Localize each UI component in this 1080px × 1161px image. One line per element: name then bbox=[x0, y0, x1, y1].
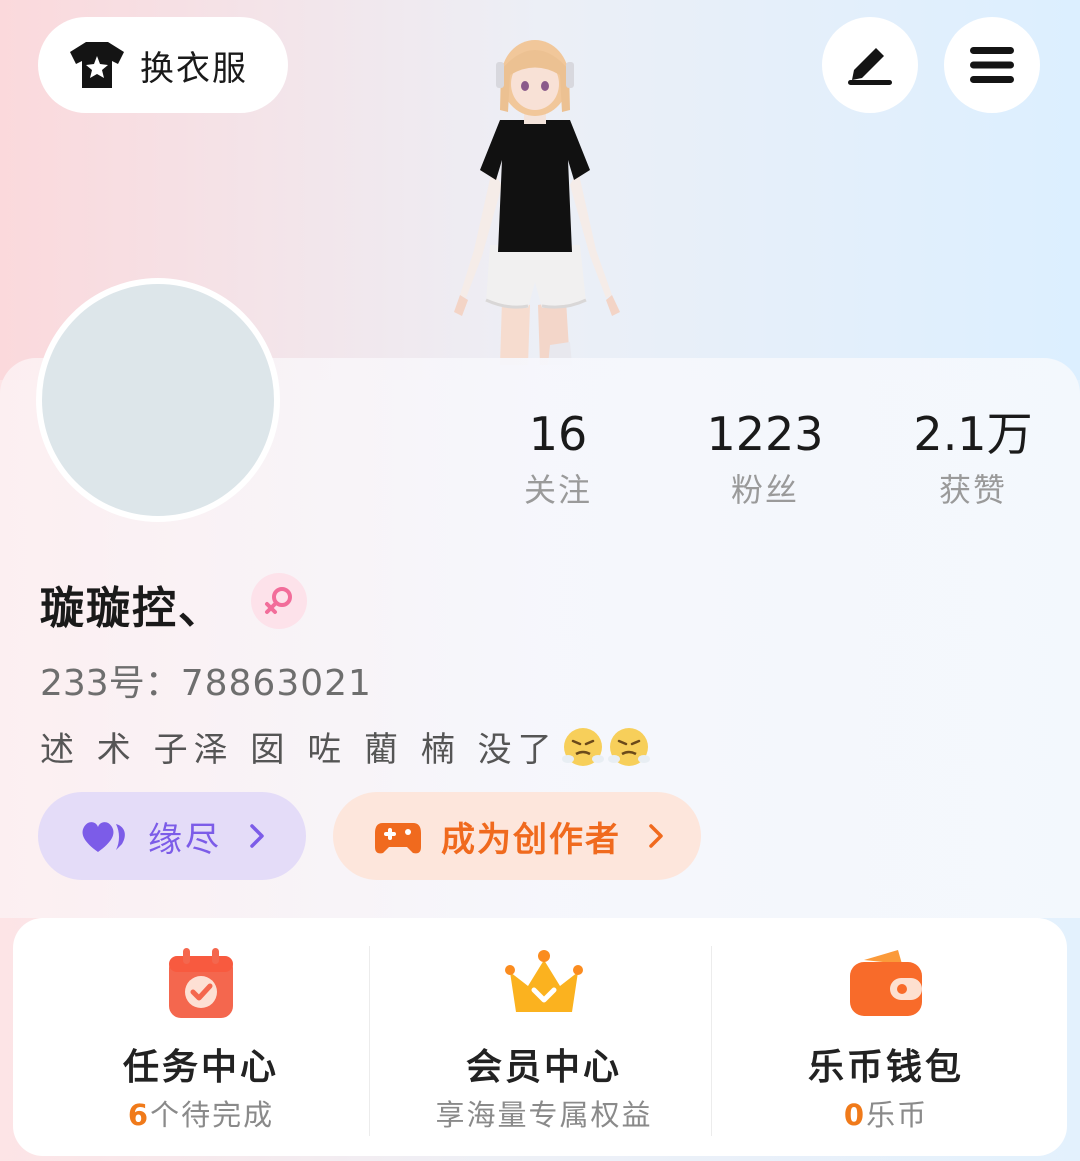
tshirt-icon bbox=[70, 42, 124, 88]
avatar-3d-figure[interactable] bbox=[420, 20, 650, 365]
calendar-check-icon bbox=[169, 948, 233, 1018]
stat-likes-value: 2.1万 bbox=[913, 407, 1033, 461]
female-icon bbox=[265, 587, 292, 614]
bio-text: 述 术 子泽 囡 咗 藺 楠 没了 bbox=[40, 730, 558, 770]
wallet-icon bbox=[850, 950, 922, 1016]
member-center-item[interactable]: 会员中心 享海量专属权益 bbox=[369, 918, 719, 1156]
gender-badge bbox=[251, 573, 307, 629]
stat-followers[interactable]: 1223 粉丝 bbox=[665, 404, 865, 516]
double-heart-icon bbox=[82, 822, 125, 852]
stat-likes-label: 获赞 bbox=[938, 471, 1007, 509]
avatar[interactable] bbox=[36, 278, 280, 522]
gamepad-icon bbox=[375, 823, 421, 854]
change-outfit-button[interactable]: 换衣服 bbox=[38, 17, 288, 113]
change-outfit-label: 换衣服 bbox=[140, 48, 248, 89]
member-center-title: 会员中心 bbox=[465, 1047, 622, 1088]
stat-followers-label: 粉丝 bbox=[730, 471, 799, 509]
coin-wallet-title: 乐币钱包 bbox=[807, 1047, 964, 1088]
hamburger-icon bbox=[970, 47, 1014, 83]
stat-followers-value: 1223 bbox=[706, 407, 824, 461]
edit-profile-button[interactable] bbox=[822, 17, 918, 113]
task-center-sub-text: 个待完成 bbox=[150, 1098, 275, 1132]
member-center-sub-text: 享海量专属权益 bbox=[435, 1098, 653, 1132]
coin-balance: 0 bbox=[843, 1098, 867, 1132]
crown-icon bbox=[505, 950, 583, 1012]
pen-icon bbox=[848, 48, 892, 85]
task-center-item[interactable]: 任务中心 6个待完成 bbox=[26, 918, 376, 1156]
chevron-right-icon bbox=[649, 824, 663, 848]
task-center-title: 任务中心 bbox=[122, 1047, 279, 1088]
stat-following-value: 16 bbox=[528, 407, 588, 461]
triumph-emoji-icon bbox=[607, 727, 650, 766]
coin-wallet-sub: 0乐币 bbox=[711, 1092, 1061, 1134]
user-id-value: 78863021 bbox=[180, 663, 372, 704]
stat-following-label: 关注 bbox=[523, 471, 592, 509]
task-count: 6 bbox=[127, 1098, 151, 1132]
bio: 述 术 子泽 囡 咗 藺 楠 没了 bbox=[40, 722, 650, 771]
chevron-right-icon bbox=[250, 824, 264, 848]
coin-wallet-item[interactable]: 乐币钱包 0乐币 bbox=[711, 918, 1061, 1156]
stat-following[interactable]: 16 关注 bbox=[458, 404, 658, 516]
coin-wallet-sub-text: 乐币 bbox=[866, 1098, 929, 1132]
menu-button[interactable] bbox=[944, 17, 1040, 113]
relation-label: 缘尽 bbox=[148, 819, 222, 860]
services-panel: 任务中心 6个待完成 会员中心 享海量专属权益 乐币钱包 0乐币 bbox=[13, 918, 1067, 1156]
triumph-emoji-icon bbox=[561, 727, 604, 766]
task-center-sub: 6个待完成 bbox=[26, 1092, 376, 1134]
avatar-image bbox=[42, 284, 274, 516]
username: 璇璇控、 bbox=[40, 583, 224, 634]
become-creator-label: 成为创作者 bbox=[441, 819, 621, 860]
become-creator-chip[interactable]: 成为创作者 bbox=[333, 792, 701, 880]
stat-likes[interactable]: 2.1万 获赞 bbox=[873, 404, 1073, 516]
user-id-label: 233号： bbox=[40, 663, 181, 704]
relation-chip[interactable]: 缘尽 bbox=[38, 792, 306, 880]
user-id: 233号：78863021 bbox=[40, 654, 372, 706]
member-center-sub: 享海量专属权益 bbox=[369, 1092, 719, 1134]
